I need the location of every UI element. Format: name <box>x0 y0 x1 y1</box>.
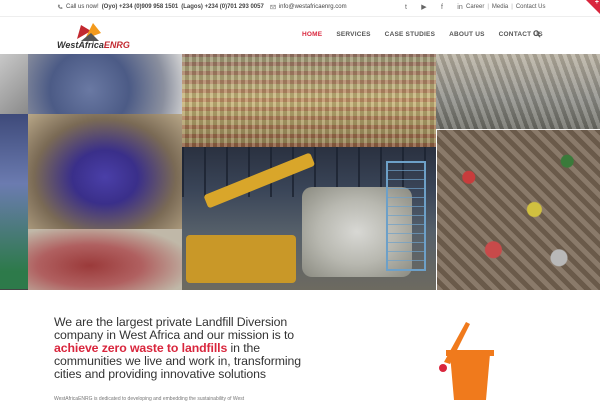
twitter-icon[interactable]: t <box>402 4 410 11</box>
phone-lagos[interactable]: (Lagos) +234 (0)701 293 0057 <box>181 4 264 10</box>
career-link[interactable]: Career <box>466 4 484 10</box>
plus-icon: + <box>594 0 599 6</box>
nav-case-studies[interactable]: CASE STUDIES <box>385 31 435 38</box>
contact-us-link[interactable]: Contact Us <box>516 4 546 10</box>
phone-icon <box>57 4 63 9</box>
plastic-bags-photo <box>0 114 28 289</box>
blue-flakes-sack-photo <box>28 114 182 229</box>
top-bar: Call us now! (Oyo) +234 (0)909 958 1501 … <box>0 0 600 17</box>
recycling-photo <box>0 54 28 114</box>
crushed-cans-photo <box>436 129 600 290</box>
social-links: t ▶ f in <box>402 3 464 12</box>
plastic-flakes-photo <box>28 54 182 114</box>
search-icon[interactable] <box>533 30 541 38</box>
email-link[interactable]: info@westafricaenrg.com <box>279 4 347 10</box>
call-us-label: Call us now! <box>66 4 99 10</box>
facebook-icon[interactable]: f <box>438 4 446 11</box>
phone-oyo[interactable]: (Oyo) +234 (0)909 958 1501 <box>102 4 179 10</box>
bucket-icon <box>439 322 494 400</box>
red-flakes-sack-photo <box>28 229 182 290</box>
corner-plus-button[interactable]: + <box>586 0 600 14</box>
linkedin-icon[interactable]: in <box>456 4 464 11</box>
baled-cans-photo <box>182 54 436 147</box>
hero-collage <box>0 54 600 290</box>
divider: | <box>511 4 513 10</box>
mission-text-start: We are the largest private Landfill Dive… <box>54 315 295 342</box>
nav-services[interactable]: SERVICES <box>336 31 370 38</box>
nav-home[interactable]: HOME <box>302 31 322 38</box>
site-logo[interactable]: WestAfricaENRG <box>55 21 145 51</box>
main-nav: HOME SERVICES CASE STUDIES ABOUT US CONT… <box>302 30 557 38</box>
media-link[interactable]: Media <box>492 4 508 10</box>
mission-highlight: achieve zero waste to landfills <box>54 341 228 355</box>
top-links: Career | Media | Contact Us <box>466 4 546 10</box>
mission-statement: We are the largest private Landfill Dive… <box>54 316 324 381</box>
nav-about-us[interactable]: ABOUT US <box>449 31 485 38</box>
logo-text: WestAfricaENRG <box>57 40 130 50</box>
divider: | <box>487 4 489 10</box>
youtube-icon[interactable]: ▶ <box>420 3 428 11</box>
site-header: WestAfricaENRG HOME SERVICES CASE STUDIE… <box>0 17 600 54</box>
contact-info: Call us now! (Oyo) +234 (0)909 958 1501 … <box>57 4 347 10</box>
mission-section: We are the largest private Landfill Dive… <box>0 290 600 402</box>
loader-warehouse-photo <box>182 147 436 290</box>
logo-brand-prefix: WestAfrica <box>57 40 104 50</box>
email-icon <box>270 4 276 10</box>
logo-brand-suffix: ENRG <box>103 40 130 50</box>
intro-paragraph: WestAfricaENRG is dedicated to developin… <box>54 396 245 402</box>
plastic-bottles-bales-photo <box>436 54 600 129</box>
